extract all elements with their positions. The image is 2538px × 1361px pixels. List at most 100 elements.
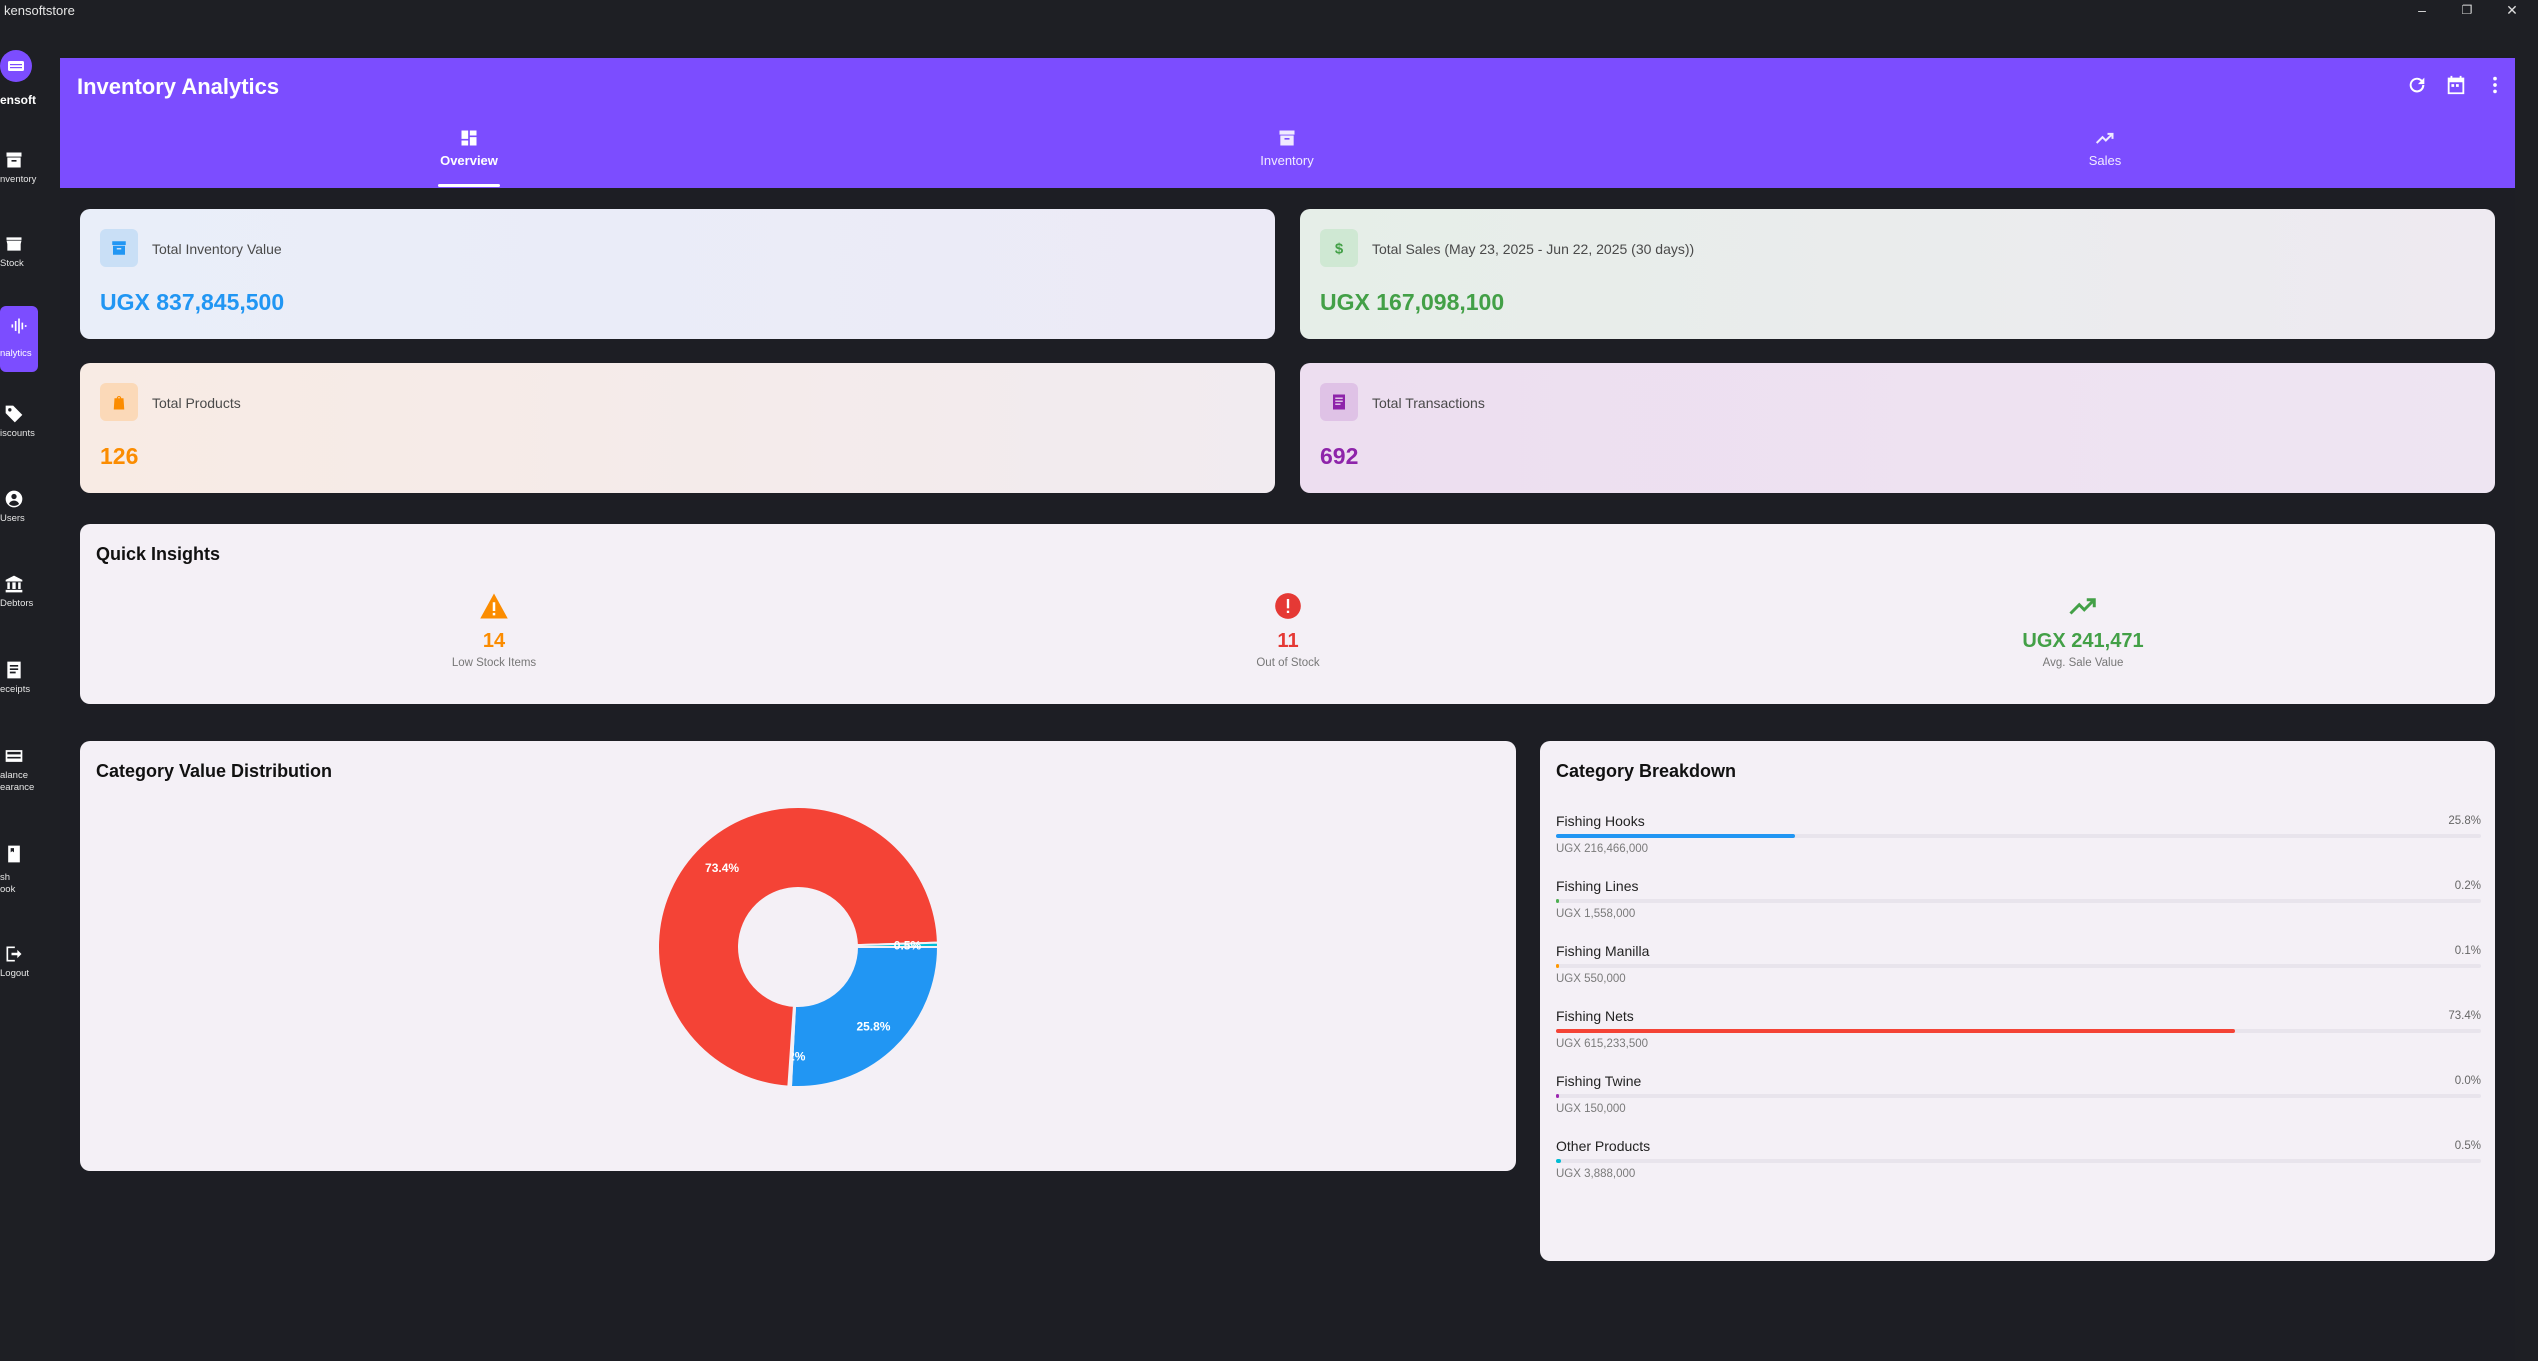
sidebar-item-label: Users <box>0 513 25 524</box>
minimize-icon[interactable]: – <box>2402 0 2442 22</box>
category-name: Fishing Nets <box>1556 1008 1634 1024</box>
stat-card-total-sales: $ Total Sales (May 23, 2025 - Jun 22, 20… <box>1300 209 2495 339</box>
tab-overview[interactable]: Overview <box>369 128 569 188</box>
svg-text:$: $ <box>1335 240 1344 257</box>
icon-box: $ <box>1320 229 1358 267</box>
refresh-icon[interactable] <box>2406 74 2428 96</box>
sidebar-item-label: eceipts <box>0 684 31 695</box>
sidebar-item-users[interactable]: Users <box>0 483 38 543</box>
category-name: Fishing Twine <box>1556 1073 1642 1089</box>
category-progress-track <box>1556 1094 2481 1098</box>
stat-label: Total Sales (May 23, 2025 - Jun 22, 2025… <box>1372 241 1695 257</box>
category-percent: 0.1% <box>2454 945 2481 957</box>
sidebar-item-discounts[interactable]: iscounts <box>0 398 38 458</box>
sidebar-item-stock[interactable]: Stock <box>0 228 38 288</box>
store-icon <box>6 237 22 251</box>
sidebar-item-analytics[interactable]: nalytics <box>0 306 38 372</box>
category-progress-track <box>1556 834 2481 838</box>
bank-icon <box>5 575 23 593</box>
icon-box <box>1320 383 1358 421</box>
sidebar-item-balance-clearance[interactable]: alance earance <box>0 740 38 812</box>
restore-icon[interactable]: ❐ <box>2447 0 2487 22</box>
category-progress-track <box>1556 1029 2481 1033</box>
tab-inventory[interactable]: Inventory <box>1187 128 1387 188</box>
stat-card-total-products: Total Products 126 <box>80 363 1275 493</box>
insight-value: 11 <box>1277 630 1299 652</box>
tag-icon <box>5 405 23 423</box>
archive-icon <box>6 152 22 168</box>
dollar-icon: $ <box>1335 240 1344 257</box>
category-row: Fishing Hooks 25.8% UGX 216,466,000 <box>1556 813 2481 878</box>
window-title-bar: kensoftstore – ❐ ✕ <box>0 0 2538 22</box>
receipt-icon <box>7 661 21 679</box>
book-icon <box>8 845 20 863</box>
sidebar-item-receipts[interactable]: eceipts <box>0 654 38 714</box>
logout-icon <box>6 946 22 962</box>
sidebar-item-label: Stock <box>0 258 24 269</box>
main-content: Inventory Analytics Overview Inventory S… <box>60 56 2515 1361</box>
stat-label: Total Products <box>152 395 241 411</box>
calendar-icon[interactable] <box>2445 74 2467 96</box>
category-percent: 73.4% <box>2448 1010 2481 1022</box>
category-percent: 25.8% <box>2448 815 2481 827</box>
sidebar-item-label: iscounts <box>0 428 35 439</box>
category-percent: 0.0% <box>2454 1075 2481 1087</box>
category-value: UGX 615,233,500 <box>1556 1038 1649 1050</box>
category-name: Other Products <box>1556 1138 1651 1154</box>
donut-slice-label: 0.5% <box>894 938 922 952</box>
section-title: Category Value Distribution <box>96 761 333 781</box>
sidebar-item-logout[interactable]: Logout <box>0 938 38 998</box>
category-progress-fill <box>1556 964 1559 968</box>
more-vert-icon[interactable] <box>2484 74 2506 96</box>
stat-value: 126 <box>100 443 139 469</box>
insight-label: Low Stock Items <box>451 657 537 669</box>
insight-out-of-stock: 11 Out of Stock <box>1138 592 1438 669</box>
brand-logo <box>0 50 32 82</box>
category-percent: 0.5% <box>2454 1140 2481 1152</box>
category-progress-fill <box>1556 834 1795 838</box>
category-progress-fill <box>1556 1029 2235 1033</box>
trending-up-icon <box>2069 598 2096 615</box>
section-title: Category Breakdown <box>1556 761 1737 781</box>
category-row: Fishing Nets 73.4% UGX 615,233,500 <box>1556 1008 2481 1073</box>
category-row: Other Products 0.5% UGX 3,888,000 <box>1556 1138 2481 1203</box>
category-progress-track <box>1556 899 2481 903</box>
category-progress-fill <box>1556 899 1559 903</box>
stat-value: 692 <box>1320 443 1359 469</box>
category-row: Fishing Manilla 0.1% UGX 550,000 <box>1556 943 2481 1008</box>
tab-sales[interactable]: Sales <box>2005 128 2205 188</box>
shopping-bag-icon <box>113 396 125 410</box>
category-row: Fishing Lines 0.2% UGX 1,558,000 <box>1556 878 2481 943</box>
tab-indicator <box>438 184 500 187</box>
section-title: Quick Insights <box>96 544 221 564</box>
sidebar-item-label: sh ook <box>0 872 16 895</box>
category-percent: 0.2% <box>2454 880 2481 892</box>
category-value: UGX 3,888,000 <box>1556 1168 1636 1180</box>
stat-label: Total Inventory Value <box>152 241 282 257</box>
user-icon <box>5 490 23 508</box>
sidebar-item-label: Logout <box>0 968 30 979</box>
donut-slice-label: 25.8% <box>856 1019 890 1033</box>
insight-value: UGX 241,471 <box>2022 630 2144 652</box>
sidebar-item-cash-book[interactable]: sh ook <box>0 838 38 910</box>
donut-chart: 25.8%0.2%73.4%0.5% <box>658 807 938 1087</box>
insight-label: Avg. Sale Value <box>2042 657 2124 669</box>
category-breakdown-card: Category Breakdown Fishing Hooks 25.8% UGX… <box>1540 741 2495 1261</box>
tab-label: Overview <box>440 153 498 168</box>
stat-value: UGX 837,845,500 <box>100 289 285 315</box>
analytics-icon <box>11 318 27 334</box>
sidebar-item-debtors[interactable]: Debtors <box>0 568 38 628</box>
stat-label: Total Transactions <box>1372 395 1485 411</box>
sidebar-item-inventory[interactable]: nventory <box>0 144 38 204</box>
category-progress-fill <box>1556 1094 1559 1098</box>
close-icon[interactable]: ✕ <box>2492 0 2532 22</box>
stat-card-inventory-value: Total Inventory Value UGX 837,845,500 <box>80 209 1275 339</box>
archive-icon <box>1279 130 1295 146</box>
icon-box <box>100 229 138 267</box>
insight-low-stock: 14 Low Stock Items <box>344 592 644 669</box>
brand-name: ensoft <box>0 93 36 107</box>
category-value: UGX 150,000 <box>1556 1103 1626 1115</box>
category-name: Fishing Hooks <box>1556 813 1645 829</box>
insight-value: 14 <box>482 630 506 652</box>
category-distribution-card: Category Value Distribution 25.8%0.2%73.… <box>80 741 1516 1171</box>
